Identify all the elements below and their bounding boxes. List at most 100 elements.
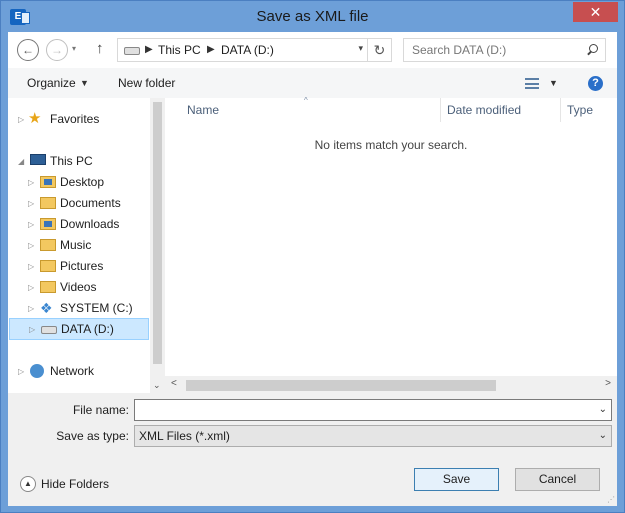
up-folder-button[interactable]: ↑: [96, 40, 104, 58]
help-icon[interactable]: ?: [588, 76, 603, 91]
search-input[interactable]: Search DATA (D:): [412, 43, 506, 57]
nav-label: Music: [60, 238, 92, 252]
star-icon: ★: [28, 110, 42, 127]
file-name-dropdown-icon[interactable]: ⌄: [599, 400, 607, 420]
organize-caret-icon[interactable]: ▼: [80, 76, 89, 90]
cancel-button[interactable]: Cancel: [515, 468, 600, 491]
file-name-label-text: File name:: [72, 403, 129, 417]
save-as-type-label-text: Save as type:: [56, 429, 129, 443]
window-title: Save as XML file: [256, 8, 369, 25]
file-name-label: File name:: [73, 402, 129, 418]
nav-item-data-d[interactable]: ▷ DATA (D:): [9, 318, 149, 340]
downloads-folder-icon: [40, 218, 56, 230]
refresh-icon[interactable]: ↻: [367, 39, 391, 61]
collapsed-arrow-icon[interactable]: ▷: [18, 361, 24, 382]
nav-item-music[interactable]: ▷ Music: [28, 235, 148, 256]
column-header-type[interactable]: Type: [561, 98, 617, 122]
scroll-right-icon[interactable]: >: [605, 378, 611, 389]
breadcrumb-separator-icon[interactable]: ▶: [207, 42, 215, 58]
collapsed-arrow-icon[interactable]: ▷: [28, 256, 34, 277]
breadcrumb-this-pc[interactable]: This PC: [158, 42, 201, 58]
collapsed-arrow-icon[interactable]: ▷: [28, 214, 34, 235]
nav-item-videos[interactable]: ▷ Videos: [28, 277, 148, 298]
save-as-type-label: Save as type:: [56, 428, 129, 444]
scrollbar-thumb[interactable]: [153, 102, 162, 364]
nav-label: Downloads: [60, 217, 120, 231]
network-icon: [30, 364, 44, 378]
column-header-date-modified[interactable]: Date modified: [441, 98, 561, 122]
save-dialog-window: E Save as XML file ✕ ← → ▾ ↑ ▶ This PC ▶…: [0, 0, 625, 513]
browser-panes: ▷ ★ Favorites ◢ This PC ▷ Desktop ▷ Docu…: [8, 96, 617, 393]
collapsed-arrow-icon[interactable]: ▷: [28, 193, 34, 214]
nav-item-desktop[interactable]: ▷ Desktop: [28, 172, 148, 193]
nav-item-system-c[interactable]: ▷ ❖ SYSTEM (C:): [28, 298, 148, 319]
view-options-icon[interactable]: [525, 78, 539, 89]
file-list-pane: ^ Name Date modified Type No items match…: [165, 96, 617, 393]
nav-item-favorites[interactable]: ▷ ★ Favorites: [18, 109, 148, 130]
collapsed-arrow-icon[interactable]: ▷: [29, 319, 35, 340]
dialog-client-area: ← → ▾ ↑ ▶ This PC ▶ DATA (D:) ▾ ↻ Search…: [8, 32, 617, 506]
computer-icon: [30, 154, 46, 165]
videos-folder-icon: [40, 281, 56, 293]
windows-drive-icon: ❖: [40, 300, 53, 316]
empty-folder-message: No items match your search.: [314, 138, 468, 152]
scroll-left-icon[interactable]: <: [171, 378, 177, 389]
nav-pane-vertical-scrollbar[interactable]: ⌄: [150, 98, 165, 393]
music-folder-icon: [40, 239, 56, 251]
drive-icon: [41, 326, 57, 334]
nav-label: Desktop: [60, 175, 105, 189]
nav-label: Pictures: [60, 259, 104, 273]
save-as-type-dropdown-icon[interactable]: ⌄: [599, 426, 607, 446]
search-icon[interactable]: [585, 43, 599, 57]
save-as-type-select[interactable]: XML Files (*.xml) ⌄: [134, 425, 612, 447]
column-header-name[interactable]: Name: [165, 98, 441, 122]
search-box[interactable]: Search DATA (D:): [403, 38, 606, 62]
breadcrumb-separator-icon[interactable]: ▶: [145, 42, 153, 58]
nav-label: Network: [50, 364, 95, 378]
new-folder-button[interactable]: New folder: [118, 75, 175, 91]
desktop-folder-icon: [40, 176, 56, 188]
nav-item-downloads[interactable]: ▷ Downloads: [28, 214, 148, 235]
close-button[interactable]: ✕: [573, 2, 618, 22]
save-button[interactable]: Save: [414, 468, 499, 491]
breadcrumb-data-d[interactable]: DATA (D:): [221, 42, 274, 58]
navigation-bar: ← → ▾ ↑ ▶ This PC ▶ DATA (D:) ▾ ↻ Search…: [8, 32, 617, 68]
file-pane-horizontal-scrollbar[interactable]: < >: [165, 376, 617, 393]
nav-label: Documents: [60, 196, 121, 210]
recent-locations-icon[interactable]: ▾: [72, 44, 82, 54]
nav-label: DATA (D:): [61, 322, 114, 336]
address-bar[interactable]: ▶ This PC ▶ DATA (D:) ▾ ↻: [117, 38, 392, 62]
title-bar[interactable]: E Save as XML file ✕: [1, 1, 624, 32]
file-name-field[interactable]: ⌄: [134, 399, 612, 421]
collapse-up-icon[interactable]: ▲: [20, 476, 36, 492]
address-dropdown-icon[interactable]: ▾: [358, 43, 363, 54]
save-options-panel: File name: ⌄ Save as type: XML Files (*.…: [8, 393, 617, 506]
organize-button[interactable]: Organize: [27, 75, 76, 91]
scrollbar-thumb[interactable]: [186, 380, 496, 391]
nav-label: Favorites: [50, 112, 100, 126]
documents-folder-icon: [40, 197, 56, 209]
nav-item-documents[interactable]: ▷ Documents: [28, 193, 148, 214]
expanded-arrow-icon[interactable]: ◢: [18, 151, 24, 172]
hide-folders-label[interactable]: Hide Folders: [41, 475, 109, 493]
save-as-type-value: XML Files (*.xml): [139, 429, 230, 443]
collapsed-arrow-icon[interactable]: ▷: [28, 277, 34, 298]
forward-button[interactable]: →: [46, 39, 68, 61]
collapsed-arrow-icon[interactable]: ▷: [28, 235, 34, 256]
scroll-down-icon[interactable]: ⌄: [153, 380, 161, 391]
nav-item-pictures[interactable]: ▷ Pictures: [28, 256, 148, 277]
drive-icon: [124, 47, 140, 55]
view-caret-icon[interactable]: ▼: [549, 76, 558, 90]
nav-label: SYSTEM (C:): [60, 301, 133, 315]
pictures-folder-icon: [40, 260, 56, 272]
collapsed-arrow-icon[interactable]: ▷: [18, 109, 24, 130]
collapsed-arrow-icon[interactable]: ▷: [28, 298, 34, 319]
navigation-pane: ▷ ★ Favorites ◢ This PC ▷ Desktop ▷ Docu…: [8, 98, 150, 393]
nav-label: Videos: [60, 280, 97, 294]
command-toolbar: Organize ▼ New folder ▼ ?: [8, 68, 617, 98]
back-button[interactable]: ←: [17, 39, 39, 61]
nav-item-network[interactable]: ▷ Network: [18, 361, 148, 382]
resize-grip-icon[interactable]: ⋰: [607, 495, 615, 504]
nav-item-this-pc[interactable]: ◢ This PC: [18, 151, 148, 172]
collapsed-arrow-icon[interactable]: ▷: [28, 172, 34, 193]
